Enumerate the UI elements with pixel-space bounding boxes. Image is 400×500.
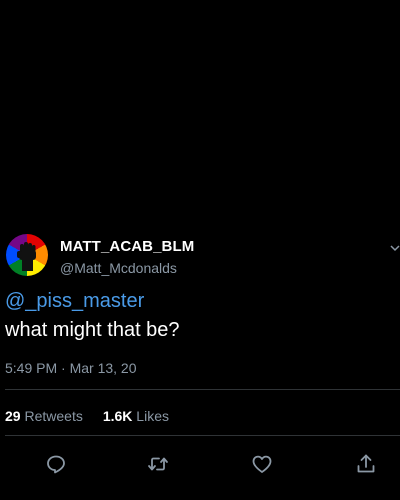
share-button[interactable] xyxy=(354,452,378,476)
retweet-button[interactable] xyxy=(146,452,170,476)
divider xyxy=(5,435,400,436)
raised-fist-icon xyxy=(17,242,36,271)
tweet-timestamp[interactable]: 5:49 PM · Mar 13, 20 xyxy=(5,360,137,376)
likes-count: 1.6K xyxy=(102,408,133,424)
share-icon xyxy=(357,454,375,473)
tweet-header: MATT_ACAB_BLM @Matt_Mcdonalds xyxy=(4,232,400,282)
display-name[interactable]: MATT_ACAB_BLM xyxy=(60,238,194,255)
retweet-icon xyxy=(148,457,168,471)
reply-icon xyxy=(47,455,65,474)
action-bar xyxy=(0,452,400,478)
like-icon xyxy=(252,455,272,473)
retweets-stat[interactable]: 29 Retweets xyxy=(5,408,83,424)
tweet-stats: 29 Retweets 1.6K Likes xyxy=(5,408,169,424)
avatar[interactable] xyxy=(6,234,48,276)
user-names: MATT_ACAB_BLM @Matt_Mcdonalds xyxy=(60,238,194,276)
tweet-text: what might that be? xyxy=(5,319,180,341)
like-button[interactable] xyxy=(250,452,274,476)
likes-stat[interactable]: 1.6K Likes xyxy=(103,408,169,424)
mention-link[interactable]: @_piss_master xyxy=(5,290,144,313)
reply-button[interactable] xyxy=(44,452,68,476)
divider xyxy=(5,389,400,390)
chevron-down-icon[interactable] xyxy=(390,240,400,256)
user-handle[interactable]: @Matt_Mcdonalds xyxy=(60,260,194,276)
retweets-count: 29 xyxy=(5,408,21,424)
retweets-label: Retweets xyxy=(24,408,83,424)
likes-label: Likes xyxy=(136,408,169,424)
